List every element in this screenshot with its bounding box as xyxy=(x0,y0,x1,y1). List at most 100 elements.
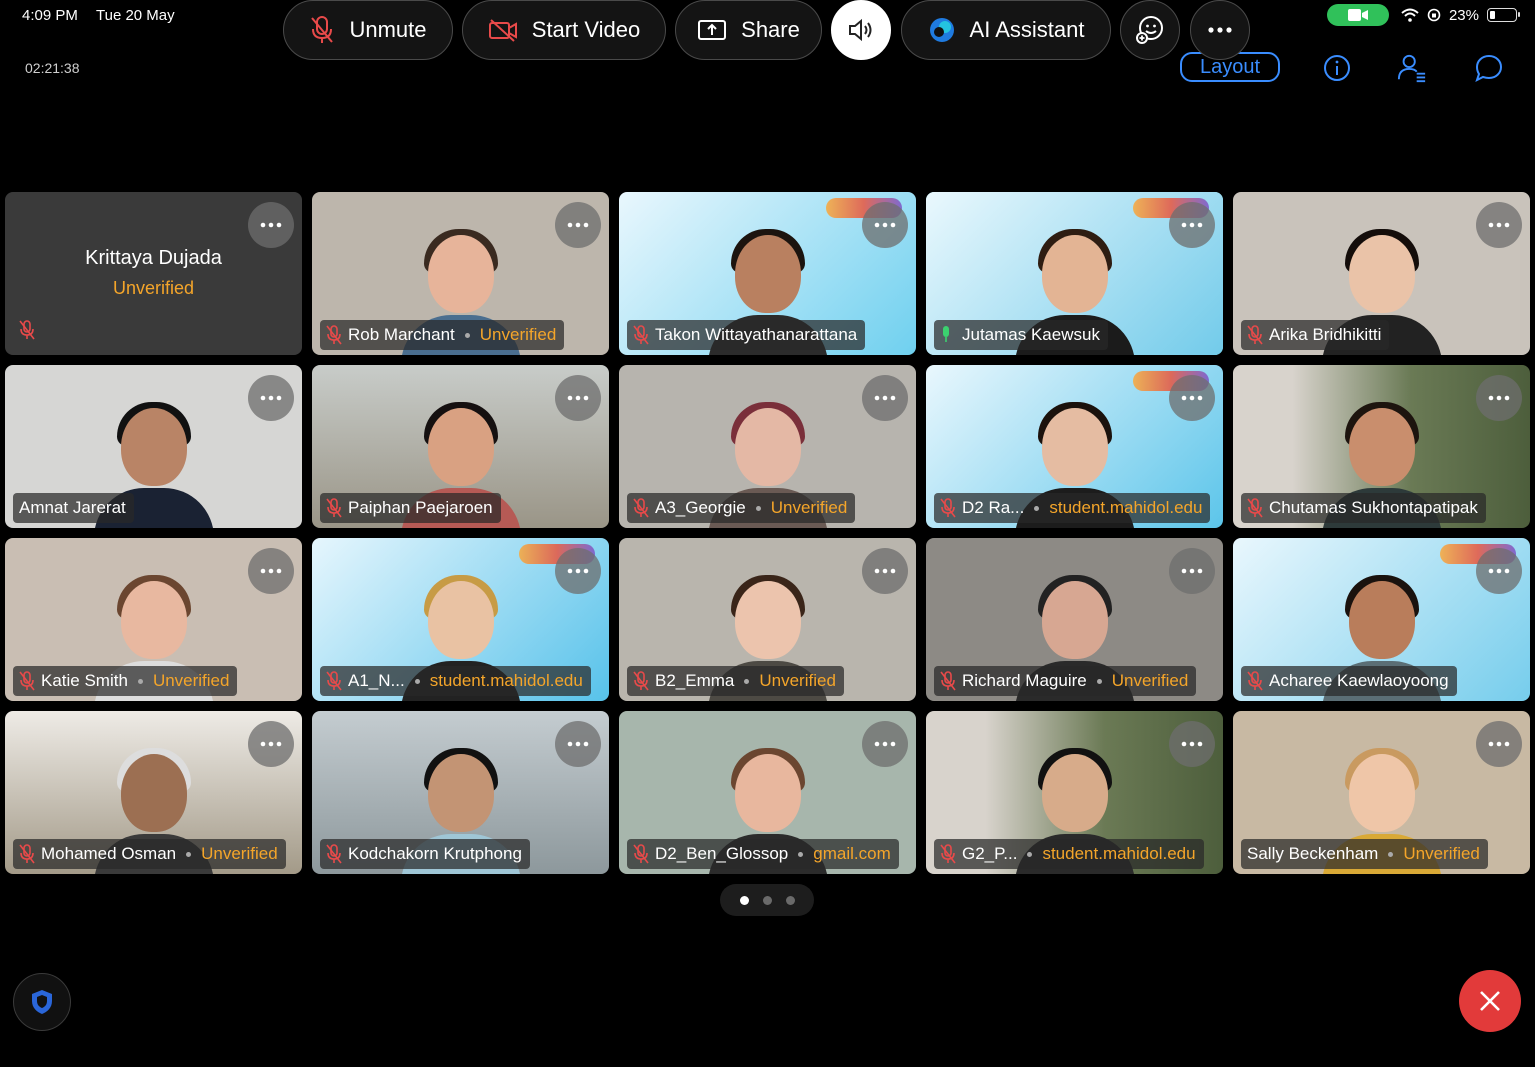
mic-muted-icon xyxy=(19,844,35,864)
mic-muted-icon xyxy=(940,498,956,518)
mic-muted-icon xyxy=(633,844,649,864)
participant-status: Unverified xyxy=(759,671,836,690)
mic-muted-icon xyxy=(326,671,342,691)
more-dots-icon xyxy=(260,395,282,401)
participant-more-button[interactable] xyxy=(1169,202,1215,248)
more-dots-icon xyxy=(1181,741,1203,747)
participant-name: Amnat Jarerat xyxy=(19,498,126,517)
participant-tile[interactable]: Richard Maguire Unverified xyxy=(926,538,1223,701)
participant-more-button[interactable] xyxy=(555,202,601,248)
participant-more-button[interactable] xyxy=(862,548,908,594)
participant-tile[interactable]: Paiphan Paejaroen xyxy=(312,365,609,528)
more-dots-icon xyxy=(567,222,589,228)
more-dots-icon xyxy=(260,222,282,228)
participant-tile[interactable]: Katie Smith Unverified xyxy=(5,538,302,701)
share-label: Share xyxy=(741,17,800,42)
participant-more-button[interactable] xyxy=(1476,548,1522,594)
battery-level xyxy=(1490,11,1496,19)
participant-tile[interactable]: Krittaya Dujada Unverified xyxy=(5,192,302,355)
participant-more-button[interactable] xyxy=(248,202,294,248)
unmute-button[interactable]: Unmute xyxy=(283,0,453,60)
participant-tile[interactable]: D2_Ben_Glossop gmail.com xyxy=(619,711,916,874)
separator-dot xyxy=(1027,851,1033,857)
name-tag: D2_Ben_Glossop gmail.com xyxy=(627,839,899,869)
speaker-button[interactable] xyxy=(831,0,891,60)
participant-more-button[interactable] xyxy=(862,202,908,248)
participant-tile[interactable]: Takon Wittayathanarattana xyxy=(619,192,916,355)
participant-tile[interactable]: A3_Georgie Unverified xyxy=(619,365,916,528)
participant-more-button[interactable] xyxy=(1476,375,1522,421)
participant-status: Unverified xyxy=(152,671,230,690)
participant-tile[interactable]: Arika Bridhikitti xyxy=(1233,192,1530,355)
participant-tile[interactable]: Amnat Jarerat xyxy=(5,365,302,528)
page-dot[interactable] xyxy=(739,895,749,905)
more-dots-icon xyxy=(260,741,282,747)
participant-name: Chutamas Sukhontapatipak xyxy=(1269,498,1478,517)
participant-more-button[interactable] xyxy=(248,548,294,594)
reactions-button[interactable] xyxy=(1120,0,1180,60)
separator-dot xyxy=(798,851,804,857)
participant-tile[interactable]: Jutamas Kaewsuk xyxy=(926,192,1223,355)
name-tag: Acharee Kaewlaoyoong xyxy=(1241,666,1457,696)
participant-tile[interactable]: G2_P... student.mahidol.edu xyxy=(926,711,1223,874)
more-dots-icon xyxy=(1208,27,1232,33)
mic-muted-icon xyxy=(19,671,35,691)
page-dot[interactable] xyxy=(785,895,795,905)
participant-name: Sally Beckenham xyxy=(1247,844,1379,863)
participant-status: Unverified xyxy=(201,844,278,863)
more-options-button[interactable] xyxy=(1190,0,1250,60)
participant-more-button[interactable] xyxy=(555,548,601,594)
participant-more-button[interactable] xyxy=(1169,375,1215,421)
participants-icon[interactable] xyxy=(1397,53,1427,83)
participant-tile[interactable]: Rob Marchant Unverified xyxy=(312,192,609,355)
participant-tile[interactable]: Kodchakorn Krutphong xyxy=(312,711,609,874)
mic-muted-icon xyxy=(311,16,334,43)
mic-muted-icon xyxy=(1247,325,1263,345)
participant-more-button[interactable] xyxy=(248,721,294,767)
participant-status: Unverified xyxy=(770,498,848,517)
status-right: 23% xyxy=(1326,4,1520,26)
participant-name: A1_N... xyxy=(348,671,405,690)
participant-more-button[interactable] xyxy=(862,375,908,421)
page-indicator[interactable] xyxy=(720,884,814,916)
participant-more-button[interactable] xyxy=(1476,721,1522,767)
start-video-label: Start Video xyxy=(531,17,641,42)
participant-tile[interactable]: B2_Emma Unverified xyxy=(619,538,916,701)
participant-tile[interactable]: Acharee Kaewlaoyoong xyxy=(1233,538,1530,701)
name-tag: Chutamas Sukhontapatipak xyxy=(1241,493,1486,523)
ai-assistant-button[interactable]: AI Assistant xyxy=(901,0,1111,60)
mic-muted-icon xyxy=(633,671,649,691)
start-video-button[interactable]: Start Video xyxy=(462,0,666,60)
end-meeting-button[interactable] xyxy=(1459,970,1521,1032)
participant-more-button[interactable] xyxy=(1169,721,1215,767)
separator-dot xyxy=(744,678,750,684)
info-icon[interactable] xyxy=(1322,53,1352,83)
participant-more-button[interactable] xyxy=(1476,202,1522,248)
participant-tile[interactable]: Chutamas Sukhontapatipak xyxy=(1233,365,1530,528)
reaction-smiley-icon xyxy=(1136,16,1163,44)
share-button[interactable]: Share xyxy=(675,0,822,60)
separator-dot xyxy=(186,851,192,857)
more-dots-icon xyxy=(1181,568,1203,574)
participant-tile[interactable]: Mohamed Osman Unverified xyxy=(5,711,302,874)
participant-status: Unverified xyxy=(1111,671,1189,690)
participant-tile[interactable]: A1_N... student.mahidol.edu xyxy=(312,538,609,701)
participant-more-button[interactable] xyxy=(555,721,601,767)
participant-more-button[interactable] xyxy=(1169,548,1215,594)
chat-icon[interactable] xyxy=(1474,53,1504,83)
participant-tile[interactable]: Sally Beckenham Unverified xyxy=(1233,711,1530,874)
name-tag: Amnat Jarerat xyxy=(13,493,134,523)
participant-status: Unverified xyxy=(112,278,195,298)
name-tag: B2_Emma Unverified xyxy=(627,666,844,696)
video-off-icon xyxy=(488,19,517,42)
participant-more-button[interactable] xyxy=(248,375,294,421)
name-tag: Jutamas Kaewsuk xyxy=(934,320,1108,350)
participant-name: Takon Wittayathanarattana xyxy=(655,325,858,344)
separator-dot xyxy=(1388,851,1394,857)
name-tag: Arika Bridhikitti xyxy=(1241,320,1390,350)
participant-more-button[interactable] xyxy=(555,375,601,421)
participant-tile[interactable]: D2 Ra... student.mahidol.edu xyxy=(926,365,1223,528)
page-dot[interactable] xyxy=(762,895,772,905)
security-shield-button[interactable] xyxy=(13,973,71,1031)
participant-more-button[interactable] xyxy=(862,721,908,767)
